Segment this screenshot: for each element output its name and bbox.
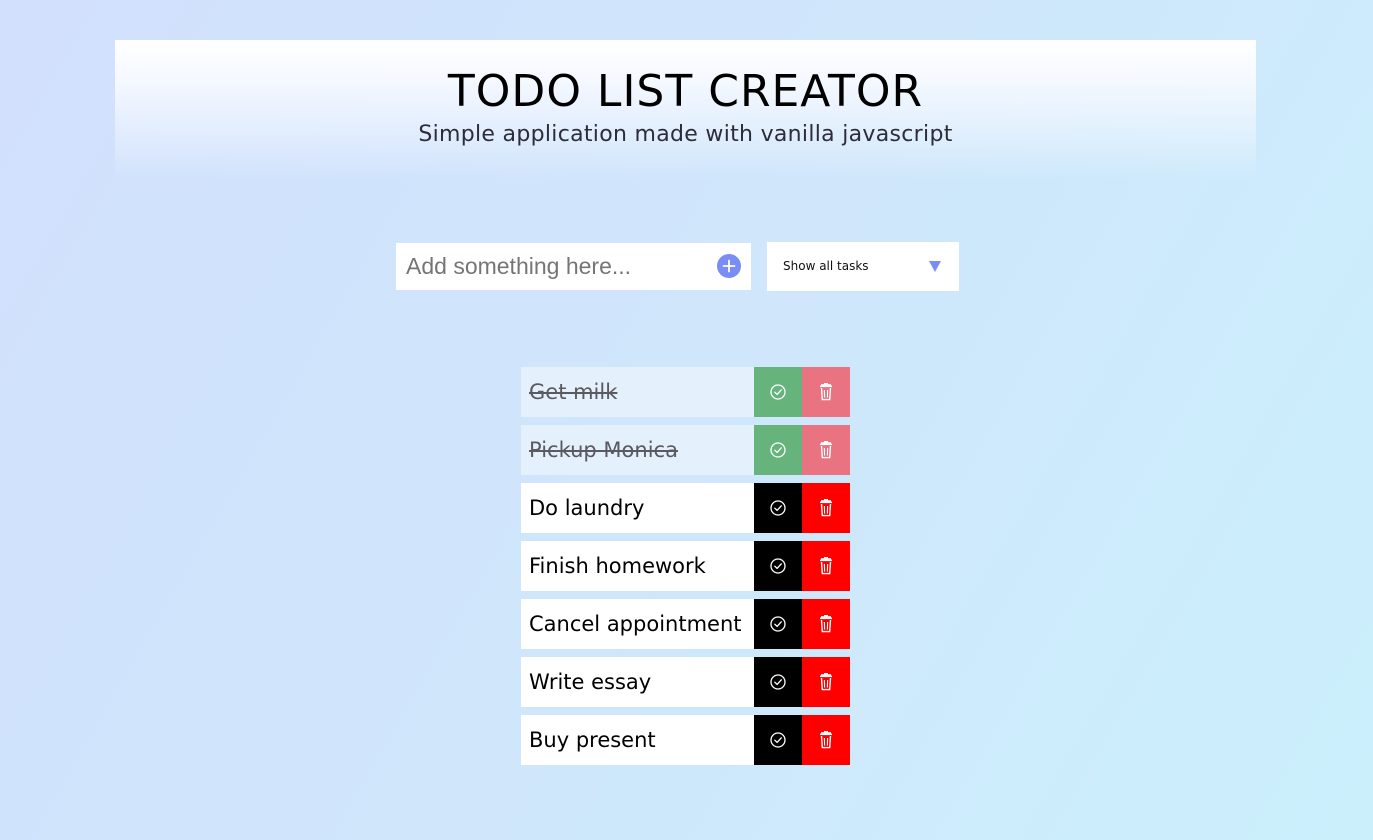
delete-todo-button[interactable] [802, 541, 850, 591]
complete-todo-button[interactable] [754, 425, 802, 475]
todo-item: Write essay [521, 657, 850, 707]
page-subtitle: Simple application made with vanilla jav… [418, 122, 953, 147]
todo-input-wrapper [396, 243, 751, 290]
complete-todo-button[interactable] [754, 715, 802, 765]
trash-icon [820, 383, 832, 401]
delete-todo-button[interactable] [802, 715, 850, 765]
todo-item-text: Pickup Monica [521, 425, 754, 475]
check-circle-icon [770, 674, 786, 690]
complete-todo-button[interactable] [754, 483, 802, 533]
delete-todo-button[interactable] [802, 657, 850, 707]
todo-item-text: Get milk [521, 367, 754, 417]
todo-item: Pickup Monica [521, 425, 850, 475]
todo-item: Buy present [521, 715, 850, 765]
todo-item-text: Buy present [521, 715, 754, 765]
trash-icon [820, 557, 832, 575]
complete-todo-button[interactable] [754, 657, 802, 707]
check-circle-icon [770, 558, 786, 574]
filter-selected-label: Show all tasks [783, 259, 869, 273]
plus-circle-icon [722, 259, 736, 273]
delete-todo-button[interactable] [802, 483, 850, 533]
todo-list: Get milk Pickup Monica Do laundry Finish ho… [521, 367, 850, 773]
check-circle-icon [770, 384, 786, 400]
check-circle-icon [770, 616, 786, 632]
page-title: TODO LIST CREATOR [447, 66, 924, 117]
trash-icon [820, 673, 832, 691]
delete-todo-button[interactable] [802, 425, 850, 475]
todo-item-text: Write essay [521, 657, 754, 707]
app-header: TODO LIST CREATOR Simple application mad… [115, 40, 1256, 180]
todo-item-text: Finish homework [521, 541, 754, 591]
todo-input[interactable] [396, 243, 706, 290]
todo-item: Get milk [521, 367, 850, 417]
complete-todo-button[interactable] [754, 367, 802, 417]
check-circle-icon [770, 732, 786, 748]
todo-item-text: Do laundry [521, 483, 754, 533]
trash-icon [820, 441, 832, 459]
check-circle-icon [770, 442, 786, 458]
trash-icon [820, 499, 832, 517]
trash-icon [820, 731, 832, 749]
todo-item: Cancel appointment [521, 599, 850, 649]
triangle-down-icon [929, 261, 941, 272]
todo-item-text: Cancel appointment [521, 599, 754, 649]
add-todo-button[interactable] [717, 254, 741, 278]
todo-item: Do laundry [521, 483, 850, 533]
complete-todo-button[interactable] [754, 599, 802, 649]
todo-item: Finish homework [521, 541, 850, 591]
check-circle-icon [770, 500, 786, 516]
delete-todo-button[interactable] [802, 367, 850, 417]
complete-todo-button[interactable] [754, 541, 802, 591]
delete-todo-button[interactable] [802, 599, 850, 649]
filter-select[interactable]: Show all tasks [767, 242, 959, 291]
trash-icon [820, 615, 832, 633]
